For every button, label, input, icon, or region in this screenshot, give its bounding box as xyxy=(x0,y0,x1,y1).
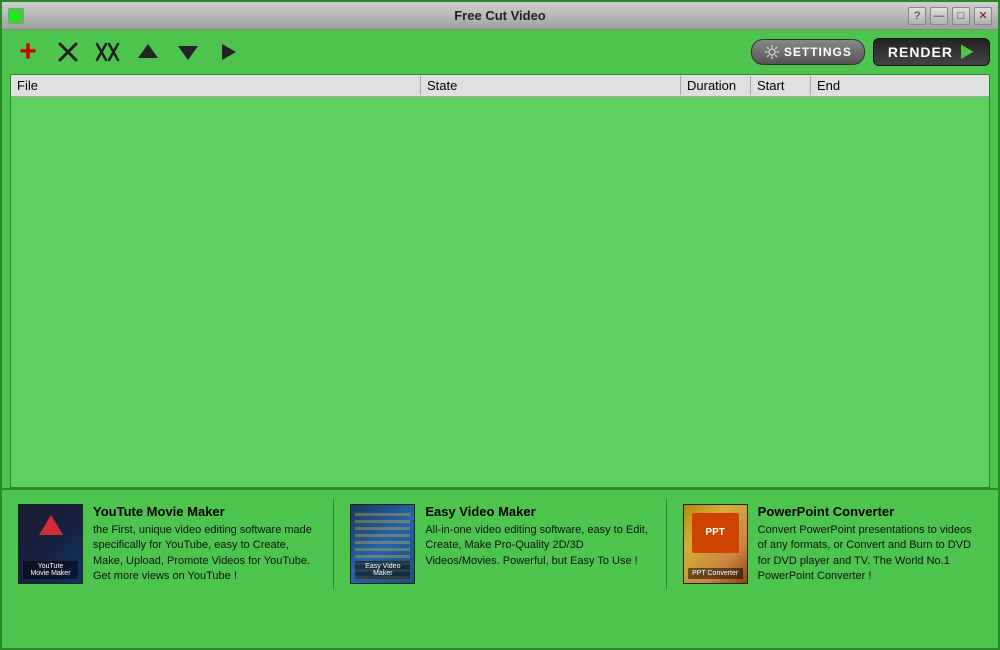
promo-image-ppt[interactable]: PPT PPT Converter xyxy=(683,504,748,584)
promo-title-ppt: PowerPoint Converter xyxy=(758,504,982,519)
render-label: RENDER xyxy=(888,44,953,60)
promo-title-easy: Easy Video Maker xyxy=(425,504,649,519)
promo-desc-ppt: Convert PowerPoint presentations to vide… xyxy=(758,523,982,585)
col-header-file: File xyxy=(11,76,421,95)
promo-item-ppt: PPT PPT Converter PowerPoint Converter C… xyxy=(683,504,982,585)
restore-button[interactable]: □ xyxy=(952,7,970,25)
file-table: File State Duration Start End xyxy=(10,74,990,488)
promo-image-youtube[interactable]: YouTuteMovie Maker xyxy=(18,504,83,584)
help-button[interactable]: ? xyxy=(908,7,926,25)
promo-section: YouTuteMovie Maker YouTute Movie Maker t… xyxy=(2,488,998,598)
promo-image-easy[interactable]: Easy VideoMaker xyxy=(350,504,415,584)
promo-desc-youtube: the First, unique video editing software… xyxy=(93,523,317,585)
col-header-end: End xyxy=(811,76,989,95)
add-file-button[interactable]: + xyxy=(10,34,46,70)
table-header: File State Duration Start End xyxy=(11,75,989,97)
promo-divider-1 xyxy=(333,499,334,589)
minimize-button[interactable]: — xyxy=(930,7,948,25)
promo-item-youtube: YouTuteMovie Maker YouTute Movie Maker t… xyxy=(18,504,317,585)
promo-text-youtube: YouTute Movie Maker the First, unique vi… xyxy=(93,504,317,585)
app-title: Free Cut Video xyxy=(454,8,546,23)
right-buttons: SETTINGS RENDER xyxy=(751,38,990,66)
move-up-icon xyxy=(137,41,159,63)
remove-all-icon xyxy=(95,41,121,63)
col-header-start: Start xyxy=(751,76,811,95)
col-header-state: State xyxy=(421,76,681,95)
remove-file-button[interactable] xyxy=(50,34,86,70)
play-icon xyxy=(217,41,239,63)
window-controls: ? — □ ✕ xyxy=(908,7,992,25)
render-button[interactable]: RENDER xyxy=(873,38,990,66)
promo-divider-2 xyxy=(666,499,667,589)
remove-all-button[interactable] xyxy=(90,34,126,70)
close-button[interactable]: ✕ xyxy=(974,7,992,25)
table-body xyxy=(11,97,989,487)
render-icon xyxy=(957,43,975,61)
promo-text-easy: Easy Video Maker All-in-one video editin… xyxy=(425,504,649,569)
remove-icon xyxy=(57,41,79,63)
titlebar: ▶ Free Cut Video ? — □ ✕ xyxy=(2,2,998,30)
app-icon: ▶ xyxy=(8,8,24,24)
settings-button[interactable]: SETTINGS xyxy=(751,39,865,65)
promo-desc-easy: All-in-one video editing software, easy … xyxy=(425,523,649,569)
settings-label: SETTINGS xyxy=(784,45,852,59)
move-down-icon xyxy=(177,41,199,63)
gear-icon xyxy=(764,44,780,60)
move-down-button[interactable] xyxy=(170,34,206,70)
promo-item-easy: Easy VideoMaker Easy Video Maker All-in-… xyxy=(350,504,649,584)
col-header-duration: Duration xyxy=(681,76,751,95)
play-button[interactable] xyxy=(210,34,246,70)
promo-text-ppt: PowerPoint Converter Convert PowerPoint … xyxy=(758,504,982,585)
toolbar: + xyxy=(2,30,998,74)
promo-title-youtube: YouTute Movie Maker xyxy=(93,504,317,519)
move-up-button[interactable] xyxy=(130,34,166,70)
